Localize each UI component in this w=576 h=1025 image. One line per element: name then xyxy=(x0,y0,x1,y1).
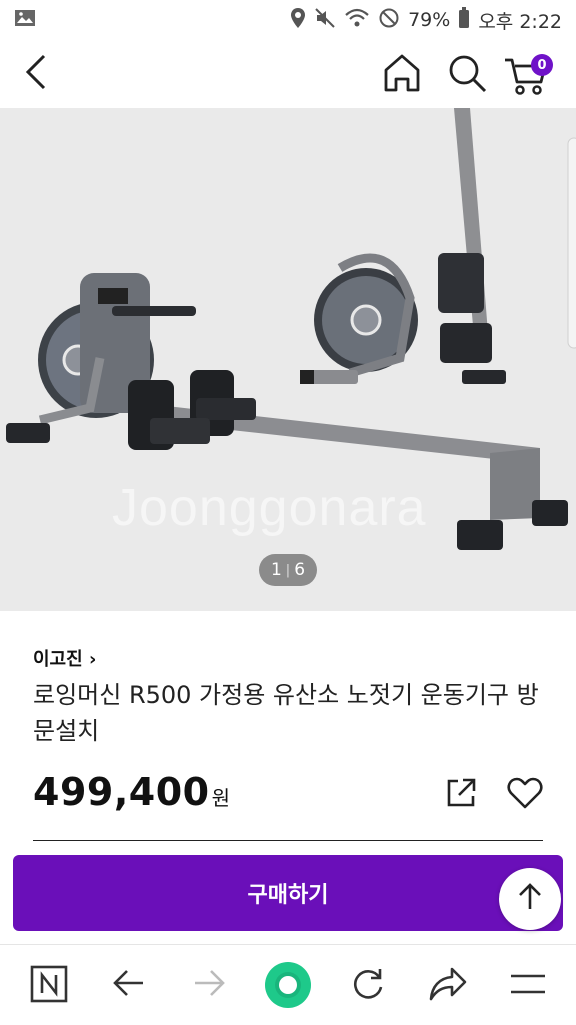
app-header xyxy=(0,42,576,108)
product-image[interactable]: Joonggonara xyxy=(0,108,576,611)
menu-icon[interactable] xyxy=(509,965,547,1007)
heart-icon[interactable] xyxy=(507,776,543,814)
back-arrow-icon[interactable] xyxy=(22,52,50,96)
total-image-count: 6 xyxy=(294,560,306,580)
battery-icon xyxy=(458,6,470,34)
refresh-icon[interactable] xyxy=(349,965,387,1007)
clock: 오후 2:22 xyxy=(478,10,562,33)
share-icon[interactable] xyxy=(444,776,478,814)
seller-link[interactable]: 이고진 › xyxy=(33,645,96,671)
location-icon xyxy=(290,7,306,34)
product-price: 499,400 원 xyxy=(33,770,230,814)
image-page-indicator: 1 | 6 xyxy=(259,554,317,586)
browser-nav-bar xyxy=(0,944,576,1025)
watermark: Joonggonara xyxy=(112,479,427,537)
gallery-notification-icon xyxy=(14,8,36,33)
divider xyxy=(33,840,543,841)
mute-icon xyxy=(314,7,336,34)
arrow-up-icon xyxy=(515,882,545,916)
no-disturb-icon xyxy=(378,7,400,34)
scroll-to-top-button[interactable] xyxy=(499,868,561,930)
image-counter-separator: | xyxy=(285,562,291,578)
battery-percent: 79% xyxy=(408,9,451,31)
search-icon[interactable] xyxy=(446,52,488,98)
home-icon[interactable] xyxy=(381,52,423,98)
forward-icon[interactable] xyxy=(191,965,227,1005)
status-bar: 79% 오후 2:22 xyxy=(0,0,576,40)
buy-button[interactable]: 구매하기 xyxy=(13,855,563,931)
wifi-icon xyxy=(344,7,370,34)
naver-n-icon[interactable] xyxy=(30,965,68,1007)
browser-home-icon[interactable] xyxy=(264,961,312,1013)
price-unit: 원 xyxy=(211,786,231,810)
back-icon[interactable] xyxy=(111,965,147,1005)
price-value: 499,400 xyxy=(33,770,210,814)
product-title: 로잉머신 R500 가정용 유산소 노젓기 운동기구 방문설치 xyxy=(33,681,539,745)
share-forward-icon[interactable] xyxy=(428,965,468,1007)
current-image-number: 1 xyxy=(270,560,282,580)
cart-count-badge: 0 xyxy=(531,54,553,76)
